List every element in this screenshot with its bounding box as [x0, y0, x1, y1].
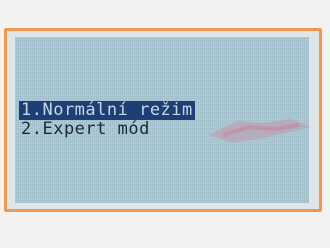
lcd-screen: 1.Normální režim 2.Expert mód: [15, 37, 309, 203]
device-frame: 1.Normální režim 2.Expert mód: [4, 28, 322, 212]
menu-item-expert-mode[interactable]: 2.Expert mód: [19, 120, 195, 139]
menu-item-normal-mode[interactable]: 1.Normální režim: [19, 101, 195, 120]
menu-list: 1.Normální režim 2.Expert mód: [19, 101, 195, 139]
